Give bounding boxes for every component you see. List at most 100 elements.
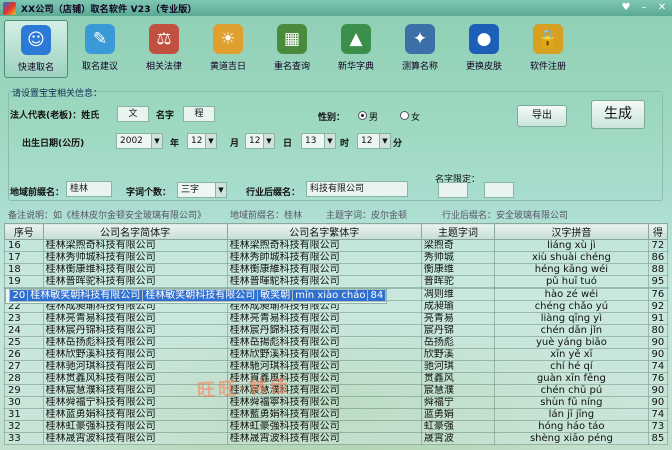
- year-value: 2002: [120, 136, 143, 146]
- cell-score: 90: [647, 396, 668, 409]
- toolbar-label: 更换皮肤: [465, 62, 502, 72]
- toolbar-lucky-day[interactable]: ☀ 黄道吉日: [196, 20, 260, 78]
- cell-simplified: 桂林梁煦奇科技有限公司: [42, 239, 228, 252]
- col-header-subject[interactable]: 主题字词: [420, 223, 496, 240]
- prefix-input[interactable]: 桂林: [66, 181, 112, 197]
- cell-pinyin: chéng chǎo yú: [494, 300, 649, 313]
- year-select[interactable]: 2002 ▼: [116, 133, 163, 149]
- toolbar-calculate[interactable]: ✦ 测算名称: [388, 20, 452, 78]
- cell-index: 29: [4, 384, 44, 397]
- cell-index: 28: [4, 372, 44, 385]
- char-count-select[interactable]: 三字 ▼: [177, 182, 227, 198]
- cell-pinyin: guàn xīn fēng: [494, 372, 649, 385]
- cell-subject: 亮青易: [420, 312, 496, 325]
- table-row[interactable]: 29 桂林宸慧濮科技有限公司 桂林宸慧濮科技有限公司 宸慧濮 chén chū pú 90: [4, 384, 668, 397]
- cell-traditional: 桂林梁煦奇科技有限公司: [226, 239, 422, 252]
- cell-traditional: 桂林普暉駝科技有限公司: [226, 275, 422, 288]
- cell-score: 86: [647, 251, 668, 264]
- cell-index: 18: [4, 263, 44, 276]
- toolbar-change-skin[interactable]: ● 更换皮肤: [452, 20, 516, 78]
- cell-index: 31: [4, 408, 44, 421]
- cell-subject: 驰河琪: [420, 360, 496, 373]
- col-header-pinyin[interactable]: 汉字拼音: [494, 223, 649, 240]
- chevron-down-icon: ▼: [324, 134, 335, 148]
- cell-pinyin: pǔ huī tuó: [494, 275, 649, 288]
- name-limit-input-1[interactable]: [438, 182, 468, 198]
- cell-score: 72: [647, 239, 668, 252]
- male-radio[interactable]: [358, 111, 367, 120]
- col-header-traditional[interactable]: 公司名字繁体字: [226, 223, 422, 240]
- toolbar-register[interactable]: 🔒 软件注册: [516, 20, 580, 78]
- cell-simplified: 桂林衡康维科技有限公司: [42, 263, 228, 276]
- generate-button[interactable]: 生成: [591, 100, 645, 129]
- cell-simplified: 桂林敏笑朝科技有限公司: [27, 289, 144, 302]
- duplicate-query-icon: ▦: [277, 24, 307, 54]
- hour-select[interactable]: 13 ▼: [301, 133, 336, 149]
- female-label: 女: [411, 113, 421, 123]
- table-row[interactable]: 16 桂林梁煦奇科技有限公司 桂林梁煦奇科技有限公司 梁煦奇 liáng xù jì 72: [4, 239, 668, 252]
- char-count-value: 三字: [181, 185, 200, 195]
- cell-score: 91: [647, 312, 668, 325]
- table-row[interactable]: 33 桂林晟霄波科技有限公司 桂林晟霄波科技有限公司 晟霄波 shèng xiāo pé…: [4, 432, 668, 445]
- cell-score: 95: [647, 275, 668, 288]
- cell-index: 32: [4, 420, 44, 433]
- cell-index: 19: [4, 275, 44, 288]
- cell-simplified: 桂林普晖驼科技有限公司: [42, 275, 228, 288]
- col-header-score[interactable]: 得: [647, 223, 668, 240]
- toolbar-dictionary[interactable]: ▲ 新华字典: [324, 20, 388, 78]
- table-row[interactable]: 23 桂林亮青易科技有限公司 桂林亮青易科技有限公司 亮青易 liàng qīng yì…: [4, 312, 668, 325]
- hint-subject: 主题字词：皮尔金顿: [326, 211, 408, 221]
- day-select[interactable]: 12 ▼: [245, 133, 275, 149]
- toolbar-label: 重名查询: [273, 62, 310, 72]
- table-header: 序号 公司名字简体字 公司名字繁体字 主题字词 汉字拼音 得: [4, 223, 668, 240]
- table-row[interactable]: 17 桂林秀帅城科技有限公司 桂林秀帥城科技有限公司 秀帅城 xiù shuài ché…: [4, 251, 668, 264]
- cell-traditional: 桂林欣野溪科技有限公司: [226, 348, 422, 361]
- cell-traditional: 桂林衡康維科技有限公司: [226, 263, 422, 276]
- cell-index: 16: [4, 239, 44, 252]
- cell-pinyin: xiù shuài chéng: [494, 251, 649, 264]
- minute-select[interactable]: 12 ▼: [357, 133, 391, 149]
- cell-traditional: 桂林敏笑朝科技有限公司: [142, 289, 259, 302]
- toolbar-law[interactable]: ⚖ 相关法律: [132, 20, 196, 78]
- name-limit-input-2[interactable]: [484, 182, 514, 198]
- cell-score: 76: [647, 288, 668, 301]
- table-row[interactable]: 18 桂林衡康维科技有限公司 桂林衡康維科技有限公司 衡康维 héng kāng wéi…: [4, 263, 668, 276]
- export-button[interactable]: 导出: [517, 105, 567, 127]
- cell-index: 30: [4, 396, 44, 409]
- toolbar-suggestion[interactable]: ✎ 取名建议: [68, 20, 132, 78]
- cell-score: 74: [647, 360, 668, 373]
- cell-score: 90: [647, 336, 668, 349]
- table-row[interactable]: 28 桂林贯鑫风科技有限公司 桂林貫鑫風科技有限公司 贯鑫风 guàn xīn fēng…: [4, 372, 668, 385]
- table-row[interactable]: 27 桂林驰河琪科技有限公司 桂林馳河琪科技有限公司 驰河琪 chí hé qí 74: [4, 360, 668, 373]
- suffix-input[interactable]: 科技有限公司: [306, 181, 408, 197]
- skin-icon[interactable]: ♥: [619, 1, 633, 14]
- cell-pinyin: yuè yáng biāo: [494, 336, 649, 349]
- register-icon: 🔒: [533, 24, 563, 54]
- table-row[interactable]: 20 桂林敏笑朝科技有限公司 桂林敏笑朝科技有限公司 敏笑朝 mǐn xiào cháo…: [4, 288, 388, 304]
- cell-traditional: 桂林秀帥城科技有限公司: [226, 251, 422, 264]
- table-row[interactable]: 19 桂林普晖驼科技有限公司 桂林普暉駝科技有限公司 普晖驼 pǔ huī tuó 95: [4, 275, 668, 288]
- minimize-icon[interactable]: –: [637, 1, 651, 14]
- cell-score: 73: [647, 420, 668, 433]
- toolbar-label: 黄道吉日: [209, 62, 246, 72]
- suggestion-icon: ✎: [85, 24, 115, 54]
- month-select[interactable]: 12 ▼: [187, 133, 217, 149]
- change-skin-icon: ●: [469, 24, 499, 54]
- col-header-simplified[interactable]: 公司名字简体字: [42, 223, 228, 240]
- table-row[interactable]: 32 桂林虹豪强科技有限公司 桂林虹豪強科技有限公司 虹豪强 hóng háo táo 7…: [4, 420, 668, 433]
- cell-index: 24: [4, 324, 44, 337]
- given-name-input[interactable]: 程: [183, 106, 215, 122]
- close-icon[interactable]: ✕: [655, 1, 669, 14]
- table-row[interactable]: 25 桂林岳扬彪科技有限公司 桂林岳揚彪科技有限公司 岳扬彪 yuè yáng biāo…: [4, 336, 668, 349]
- suffix-label: 行业后缀名：: [246, 188, 301, 198]
- table-row[interactable]: 31 桂林蓝勇娟科技有限公司 桂林藍勇娟科技有限公司 蓝勇娟 lán jī jīng 74: [4, 408, 668, 421]
- col-header-index[interactable]: 序号: [4, 223, 44, 240]
- table-row[interactable]: 24 桂林宸丹锦科技有限公司 桂林宸丹錦科技有限公司 宸丹锦 chén dān jǐn 8…: [4, 324, 668, 337]
- toolbar-duplicate-query[interactable]: ▦ 重名查询: [260, 20, 324, 78]
- female-radio[interactable]: [400, 111, 409, 120]
- cell-subject: 成昶瑜: [420, 300, 496, 313]
- table-row[interactable]: 26 桂林欣野溪科技有限公司 桂林欣野溪科技有限公司 欣野溪 xīn yě xī 90: [4, 348, 668, 361]
- table-row[interactable]: 30 桂林舜福宁科技有限公司 桂林舜福寧科技有限公司 舜福宁 shùn fū níng 9…: [4, 396, 668, 409]
- toolbar-quick-name[interactable]: ☺ 快速取名: [4, 20, 68, 78]
- surname-input[interactable]: 文: [117, 106, 149, 122]
